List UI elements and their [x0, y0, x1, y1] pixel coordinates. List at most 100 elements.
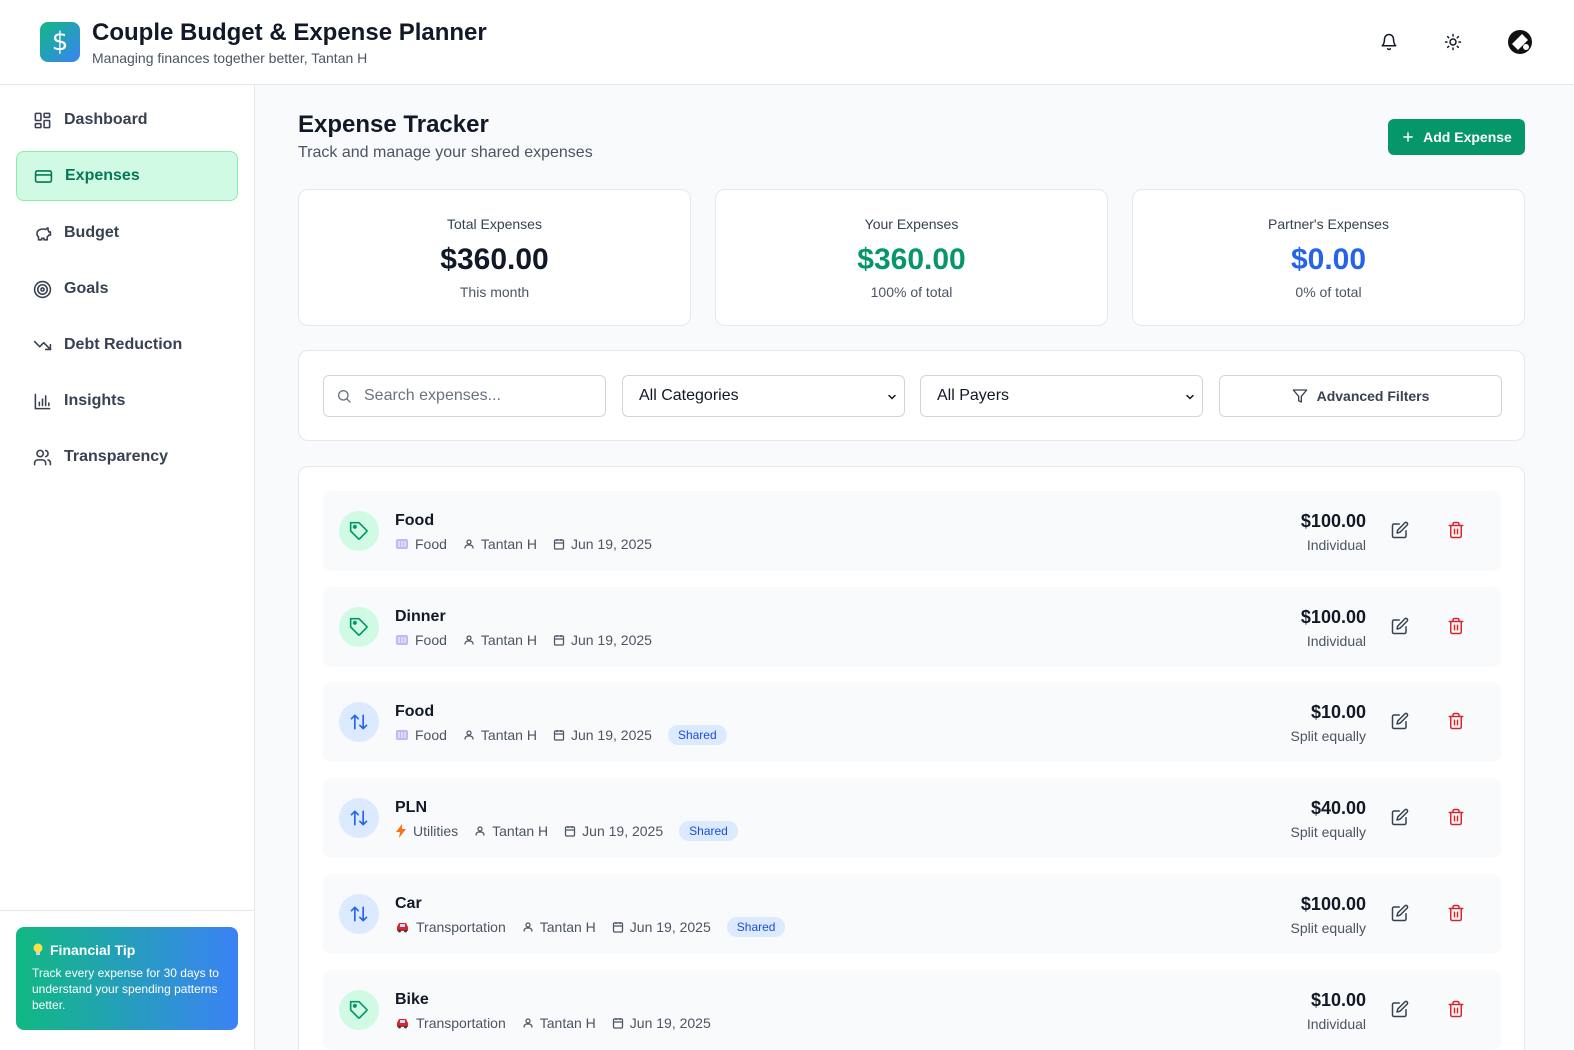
- expense-title: Food: [395, 512, 435, 529]
- add-expense-button[interactable]: Add Expense: [1388, 119, 1525, 155]
- car-icon: [395, 921, 410, 933]
- trash-icon[interactable]: [1447, 617, 1467, 637]
- advanced-filters-button[interactable]: Advanced Filters: [1219, 375, 1502, 417]
- trash-icon[interactable]: [1447, 521, 1467, 541]
- expense-split: Individual: [1306, 1015, 1366, 1032]
- expense-row: Dinner Food Tantan H Jun 19, 2025 $100.0…: [323, 586, 1501, 667]
- edit-icon[interactable]: [1391, 808, 1411, 828]
- tag-icon: [339, 606, 379, 647]
- expense-amount: $100.00: [1300, 606, 1366, 627]
- calendar-icon: [564, 825, 576, 837]
- expense-date: Jun 19, 2025: [629, 918, 711, 935]
- expense-meta: Food Tantan H Jun 19, 2025: [395, 534, 668, 554]
- sidebar-item-label: Dashboard: [64, 111, 148, 128]
- stat-sub: This month: [459, 284, 530, 300]
- bell-icon[interactable]: [1373, 26, 1405, 58]
- sidebar-item-goals[interactable]: Goals: [16, 264, 238, 314]
- expense-payer: Tantan H: [480, 727, 537, 744]
- user-icon: [474, 825, 486, 837]
- trash-icon[interactable]: [1447, 808, 1467, 828]
- plate-icon: [395, 728, 409, 742]
- expense-category: Transportation: [416, 1014, 506, 1031]
- stat-label: Your Expenses: [864, 216, 959, 232]
- sidebar-item-debt-reduction[interactable]: Debt Reduction: [16, 320, 238, 370]
- sidebar-item-insights[interactable]: Insights: [16, 376, 238, 426]
- add-expense-label: Add Expense: [1423, 129, 1512, 145]
- category-select[interactable]: All Categories: [622, 375, 905, 417]
- chevron-down-icon: [886, 390, 898, 408]
- category-select-value: All Categories: [639, 387, 739, 404]
- expense-split: Individual: [1306, 537, 1366, 553]
- expense-row: Bike Transportation Tantan H Jun 19, 202…: [323, 969, 1501, 1050]
- expense-meta: Transportation Tantan H Jun 19, 2025 Sha…: [395, 916, 786, 937]
- user-icon: [463, 538, 475, 550]
- sidebar-item-expenses[interactable]: Expenses: [16, 151, 238, 201]
- user-icon: [463, 634, 475, 646]
- financial-tip-card: Financial Tip Track every expense for 30…: [16, 927, 238, 1030]
- expense-meta: Transportation Tantan H Jun 19, 2025: [395, 1013, 727, 1033]
- stat-card-partner: Partner's Expenses $0.00 0% of total: [1132, 189, 1525, 326]
- edit-icon[interactable]: [1391, 617, 1411, 637]
- tag-icon: [339, 989, 379, 1030]
- page-subtitle: Track and manage your shared expenses: [298, 144, 593, 161]
- sidebar-divider: [0, 910, 254, 911]
- expense-date: Jun 19, 2025: [582, 823, 664, 840]
- expense-category: Food: [415, 727, 447, 744]
- plus-icon: [1403, 132, 1413, 142]
- user-icon: [522, 921, 534, 933]
- stat-value: $360.00: [440, 243, 549, 276]
- stat-card-yours: Your Expenses $360.00 100% of total: [715, 189, 1108, 326]
- sun-icon[interactable]: [1437, 26, 1469, 58]
- arrows-updown-icon: [339, 798, 379, 839]
- app-header: $ Couple Budget & Expense Planner Managi…: [0, 0, 1574, 85]
- expense-list: Food Food Tantan H Jun 19, 2025 $100.00 …: [298, 466, 1525, 1050]
- expense-payer: Tantan H: [480, 536, 537, 552]
- edit-icon[interactable]: [1391, 904, 1411, 924]
- car-icon: [395, 1017, 410, 1029]
- expense-meta: Utilities Tantan H Jun 19, 2025 Shared: [395, 821, 738, 842]
- edit-icon[interactable]: [1391, 712, 1411, 732]
- stat-label: Partner's Expenses: [1268, 216, 1389, 232]
- trash-icon[interactable]: [1447, 1000, 1467, 1020]
- avatar[interactable]: [1504, 26, 1536, 58]
- dollar-logo-icon: $: [40, 22, 80, 62]
- stat-label: Total Expenses: [447, 216, 542, 232]
- expense-title: Dinner: [395, 607, 446, 625]
- expense-category: Transportation: [416, 918, 506, 935]
- sidebar-item-dashboard[interactable]: Dashboard: [16, 95, 238, 145]
- filter-icon: [1292, 389, 1307, 403]
- expense-split: Split equally: [1290, 824, 1367, 841]
- edit-icon[interactable]: [1391, 1000, 1411, 1020]
- search-icon: [336, 388, 352, 409]
- logo-symbol: $: [51, 27, 69, 57]
- expense-row: Food Food Tantan H Jun 19, 2025 $100.00 …: [323, 491, 1501, 571]
- expense-amount: $10.00: [1310, 702, 1366, 723]
- sidebar-item-budget[interactable]: Budget: [16, 208, 238, 258]
- expense-payer: Tantan H: [539, 918, 596, 935]
- expense-date: Jun 19, 2025: [570, 727, 652, 744]
- edit-icon[interactable]: [1391, 521, 1411, 541]
- calendar-icon: [553, 634, 565, 646]
- sidebar-item-label: Transparency: [64, 448, 169, 465]
- user-icon: [522, 1017, 534, 1029]
- app-title: Couple Budget & Expense Planner: [92, 19, 487, 46]
- expense-payer: Tantan H: [539, 1014, 596, 1031]
- trash-icon[interactable]: [1447, 904, 1467, 924]
- expense-split: Split equally: [1290, 919, 1367, 936]
- users-icon: [32, 447, 52, 467]
- expense-row: PLN Utilities Tantan H Jun 19, 2025 Shar…: [323, 778, 1501, 859]
- sidebar-item-label: Budget: [64, 224, 120, 241]
- expense-title: Car: [395, 894, 422, 912]
- payer-select[interactable]: All Payers: [920, 375, 1203, 417]
- sidebar-item-transparency[interactable]: Transparency: [16, 432, 238, 482]
- stat-sub: 0% of total: [1295, 284, 1362, 300]
- trending-down-icon: [32, 335, 52, 355]
- trash-icon[interactable]: [1447, 712, 1467, 732]
- search-input[interactable]: [364, 376, 600, 416]
- expense-amount: $10.00: [1310, 989, 1366, 1010]
- shared-badge: Shared: [726, 916, 786, 937]
- expense-amount: $100.00: [1300, 893, 1366, 914]
- calendar-icon: [612, 921, 624, 933]
- expense-split: Individual: [1306, 632, 1366, 649]
- stat-value: $0.00: [1290, 243, 1367, 276]
